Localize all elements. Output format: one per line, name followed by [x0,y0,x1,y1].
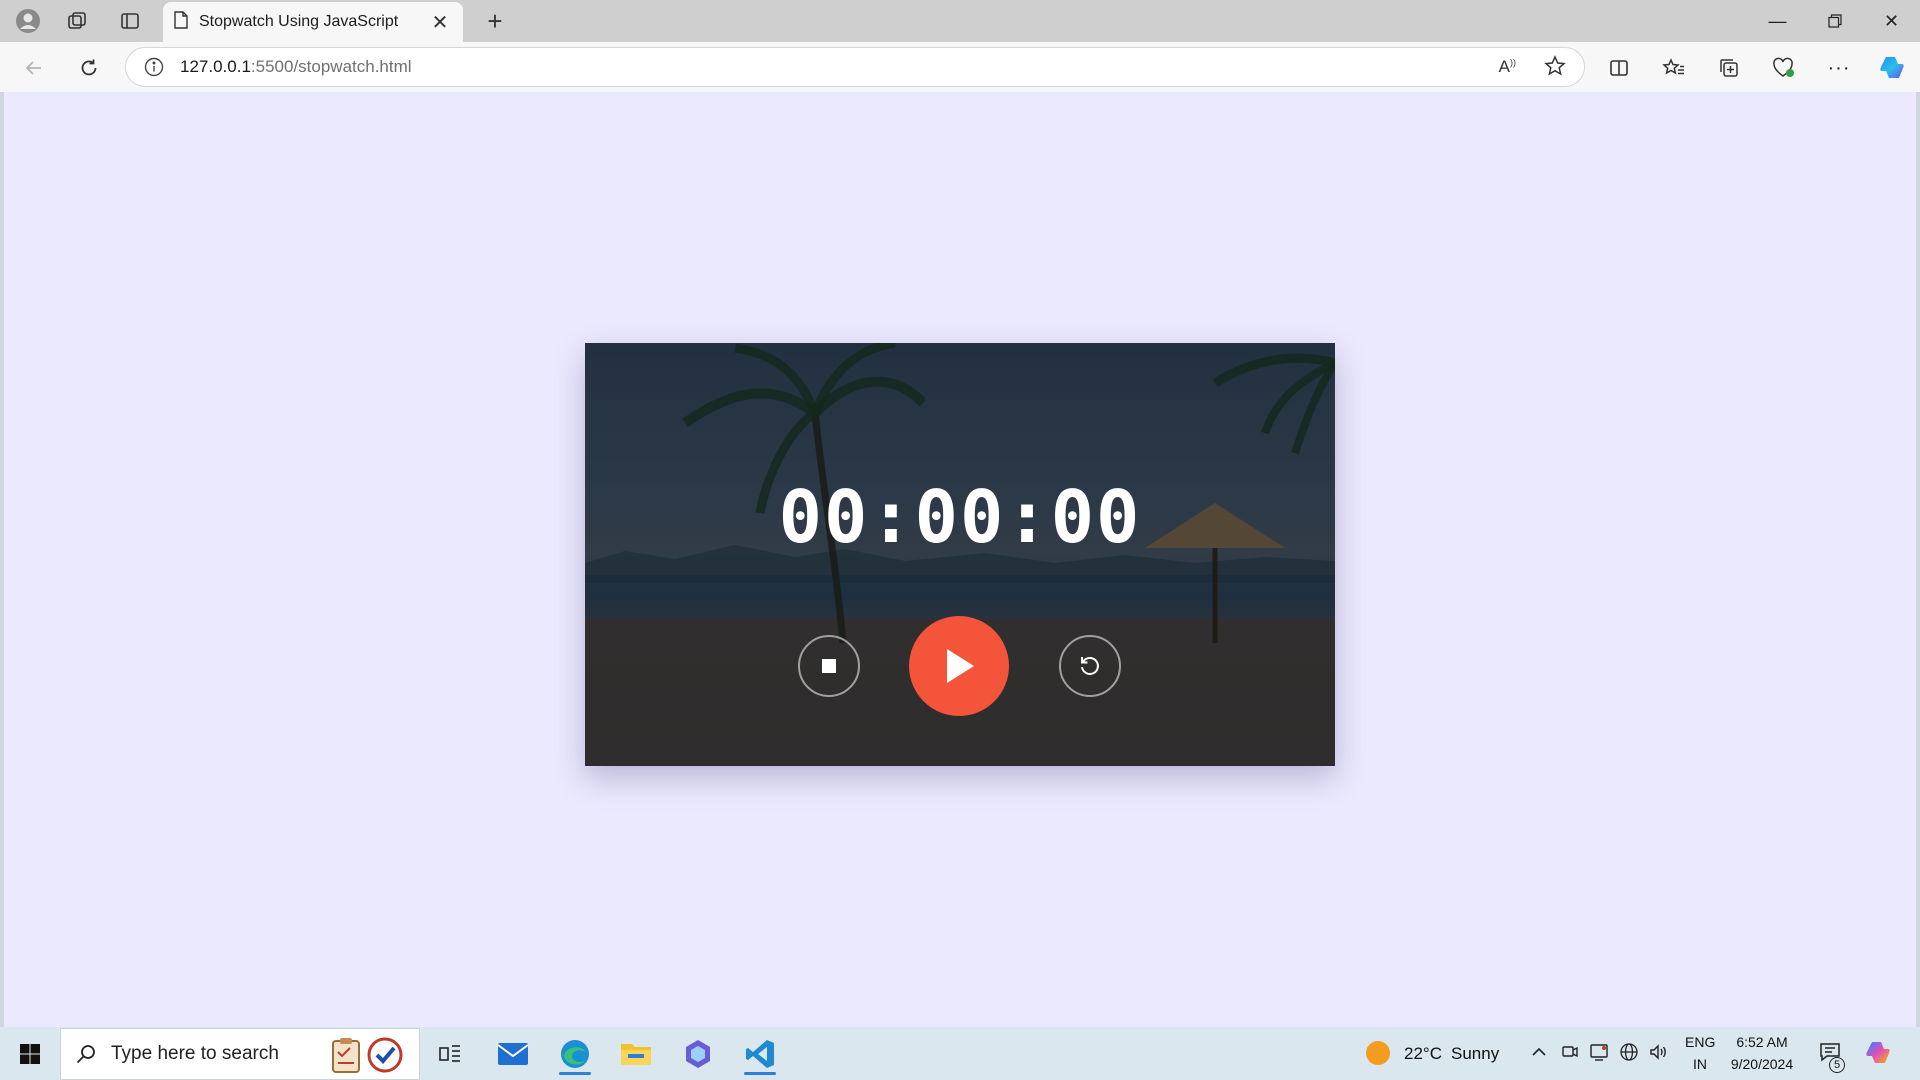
url-text: 127.0.0.1:5500/stopwatch.html [180,57,412,76]
clipboard-app-icon[interactable] [329,1037,363,1073]
clock-time[interactable]: 6:52 AM [1722,1034,1802,1050]
clock-date[interactable]: 9/20/2024 [1722,1056,1802,1072]
read-aloud-icon[interactable]: A)) [1499,57,1516,77]
globe-icon[interactable] [1619,1042,1639,1062]
favorites-icon[interactable] [1656,50,1692,86]
stopwatch-display: 00:00:00 [778,475,1142,559]
edge-app-icon[interactable] [551,1033,599,1075]
checklist-app-icon[interactable] [367,1037,403,1073]
copilot-pre-icon[interactable] [1864,1039,1892,1067]
page-viewport: 00:00:00 [4,92,1916,1027]
task-view-icon[interactable] [426,1033,474,1075]
network-icon[interactable] [1589,1042,1609,1062]
search-icon [75,1043,97,1065]
minimize-button[interactable]: — [1749,0,1806,42]
weather-condition[interactable]: Sunny [1451,1044,1499,1064]
show-hidden-icons-icon[interactable] [1530,1043,1548,1061]
reset-button[interactable] [1059,635,1121,697]
stop-icon [822,659,836,673]
window-controls: — ✕ [1749,0,1920,42]
mail-app-icon[interactable] [489,1033,537,1075]
weather-icon[interactable] [1366,1041,1390,1065]
play-icon [947,649,974,683]
language-code[interactable]: ENG [1685,1034,1715,1050]
weather-temperature[interactable]: 22°C [1404,1044,1442,1064]
site-info-icon[interactable] [144,57,164,77]
refresh-icon[interactable] [71,50,107,86]
notification-count-badge: 5 [1829,1057,1845,1073]
language-region[interactable]: IN [1685,1056,1715,1072]
copilot-app-icon[interactable] [674,1033,722,1075]
vscode-app-icon[interactable] [736,1033,784,1075]
workspaces-icon[interactable] [57,1,97,41]
palm-fronds-graphic [1212,353,1335,455]
close-window-button[interactable]: ✕ [1863,0,1920,42]
search-placeholder: Type here to search [111,1043,279,1064]
start-button[interactable] [909,616,1009,716]
favorite-star-icon[interactable] [1544,55,1566,77]
windows-start-icon[interactable] [8,1037,52,1071]
volume-icon[interactable] [1648,1042,1668,1062]
active-tab[interactable]: Stopwatch Using JavaScript ✕ [163,2,463,42]
stopwatch-card: 00:00:00 [585,343,1335,766]
stop-button[interactable] [798,635,860,697]
tab-title: Stopwatch Using JavaScript [199,13,399,30]
meet-now-icon[interactable] [1561,1043,1579,1061]
file-explorer-icon[interactable] [612,1033,660,1075]
close-tab-icon[interactable]: ✕ [427,10,453,35]
more-options-icon[interactable]: ··· [1821,50,1857,86]
split-screen-icon[interactable] [1601,50,1637,86]
profile-icon[interactable] [8,1,48,41]
copilot-icon[interactable] [1874,50,1910,86]
vertical-tabs-icon[interactable] [110,1,150,41]
back-icon[interactable] [16,50,52,86]
browser-essentials-icon[interactable] [1766,50,1802,86]
collections-icon[interactable] [1711,50,1747,86]
page-icon [173,10,189,34]
reset-icon [1081,657,1099,675]
address-bar[interactable]: 127.0.0.1:5500/stopwatch.html A)) [125,47,1585,87]
new-tab-button[interactable]: + [475,1,515,41]
browser-tab-bar: Stopwatch Using JavaScript ✕ + — ✕ [0,0,1920,42]
restore-button[interactable] [1806,0,1863,42]
windows-taskbar: Type here to search 22°C Sunny ENG IN 6:… [0,1027,1920,1080]
taskbar-search-box[interactable]: Type here to search [60,1028,420,1080]
browser-toolbar: 127.0.0.1:5500/stopwatch.html A)) ··· [0,42,1920,92]
